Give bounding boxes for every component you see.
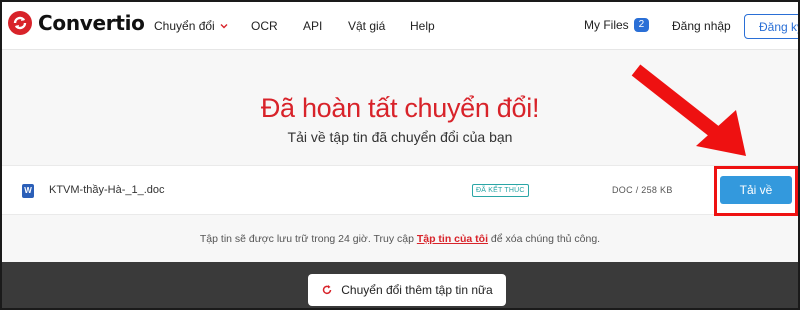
nav-convert-label: Chuyển đổi [154,19,215,33]
status-badge: ĐÃ KẾT THÚC [472,184,529,197]
arrow-annotation-icon [631,64,746,156]
convertio-logo-icon [8,11,32,35]
my-files-link[interactable]: My Files 2 [584,18,650,32]
storage-notice: Tập tin sẽ được lưu trữ trong 24 giờ. Tr… [2,233,798,245]
brand-logo[interactable]: Convertio [8,11,145,35]
top-navigation-bar: Convertio Chuyển đổi OCR API Vật giá Hel… [2,2,798,50]
nav-pricing[interactable]: Vật giá [348,19,385,33]
screenshot-frame: Convertio Chuyển đổi OCR API Vật giá Hel… [0,0,800,310]
nav-ocr[interactable]: OCR [251,19,278,33]
converted-file-row: W KTVM-thầy-Hà-_1_.doc ĐÃ KẾT THÚC DOC /… [2,165,798,215]
brand-name: Convertio [38,11,145,35]
login-link[interactable]: Đăng nhập [672,19,731,33]
my-files-label: My Files [584,18,629,32]
convert-more-button[interactable]: Chuyển đổi thêm tập tin nữa [308,274,506,306]
notice-text-after: để xóa chúng thủ công. [488,233,601,245]
nav-convert[interactable]: Chuyển đổi [154,19,228,33]
my-files-count-badge: 2 [633,18,650,32]
file-format-size: DOC / 258 KB [612,185,673,195]
notice-text-before: Tập tin sẽ được lưu trữ trong 24 giờ. Tr… [199,233,417,245]
nav-api[interactable]: API [303,19,322,33]
file-name: KTVM-thầy-Hà-_1_.doc [49,184,165,196]
register-button[interactable]: Đăng ký [744,14,798,39]
bottom-action-bar: Chuyển đổi thêm tập tin nữa [2,262,798,308]
download-highlight-box [714,166,798,216]
refresh-icon [323,285,332,295]
convert-more-label: Chuyển đổi thêm tập tin nữa [341,283,493,297]
chevron-down-icon [220,24,228,29]
nav-help[interactable]: Help [410,19,435,33]
word-doc-icon: W [22,184,34,198]
my-files-notice-link[interactable]: Tập tin của tôi [417,233,488,245]
